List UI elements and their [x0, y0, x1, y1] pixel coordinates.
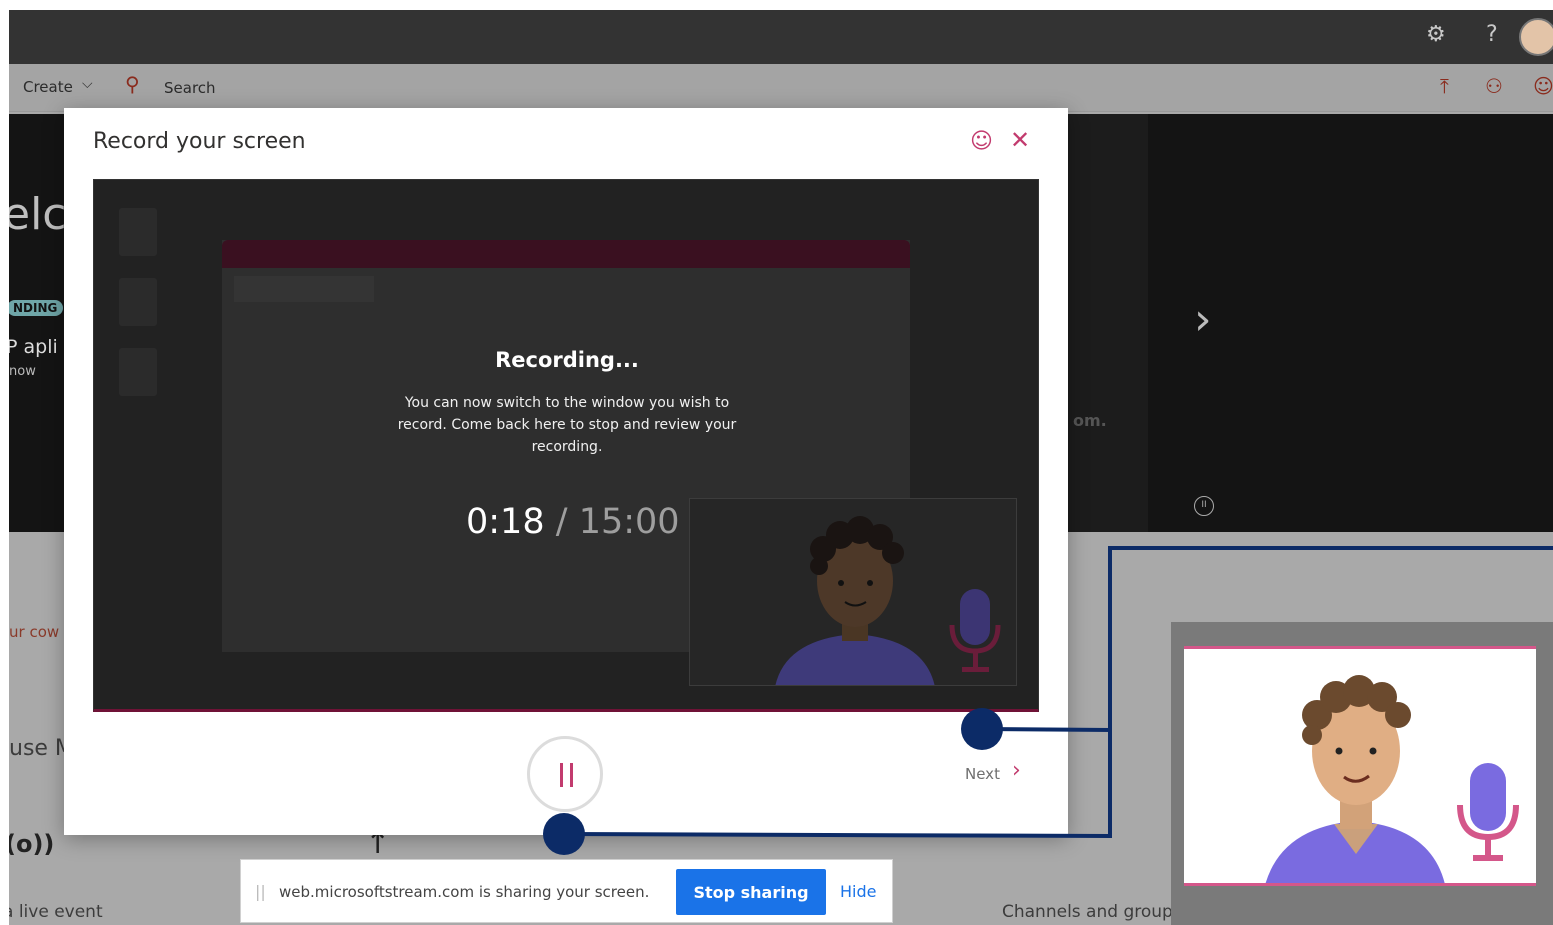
trending-badge: NDING: [9, 300, 64, 316]
hero-slide-text: om.: [1073, 411, 1107, 430]
person-avatar-illustration: [775, 516, 1001, 685]
search-icon[interactable]: ⚲: [125, 72, 140, 96]
recording-timer: 0:18 / 15:00: [466, 502, 680, 542]
live-event-label[interactable]: a live event: [9, 902, 103, 922]
hide-button[interactable]: Hide: [840, 882, 876, 901]
chevron-right-icon[interactable]: ›: [1194, 294, 1212, 345]
broadcast-icon: (o)): [9, 830, 55, 858]
help-icon[interactable]: ?: [1486, 22, 1498, 47]
recording-title: Recording...: [495, 348, 639, 372]
zoomed-camera-card: [1184, 646, 1536, 886]
drag-handle-icon[interactable]: ||: [255, 882, 266, 901]
next-button[interactable]: Next: [965, 765, 1000, 783]
microphone-icon: [949, 589, 1001, 672]
microphone-icon: [1457, 763, 1519, 861]
stop-sharing-button[interactable]: Stop sharing: [676, 869, 826, 915]
search-input[interactable]: Search: [164, 79, 216, 97]
timer-elapsed: 0:18: [466, 502, 545, 542]
avatar[interactable]: [1519, 18, 1553, 56]
upload-icon[interactable]: ⤒: [1440, 74, 1449, 98]
chevron-down-icon: ⌵: [82, 76, 93, 92]
command-bar: Create ⌵ ⚲ Search ⤒ ⚇ ☺: [9, 64, 1553, 112]
cowork-link[interactable]: ur cow: [9, 623, 59, 641]
dialog-title: Record your screen: [93, 129, 306, 154]
file-icon: [119, 208, 157, 256]
hero-slide-edge: [1068, 114, 1148, 532]
person-avatar-illustration: [1265, 675, 1519, 883]
window-title-bar: [222, 240, 910, 268]
smiley-icon[interactable]: ☺: [1533, 74, 1553, 98]
person-add-icon[interactable]: ⚇: [1485, 74, 1503, 98]
create-menu[interactable]: Create: [23, 78, 73, 96]
pause-icon: [570, 763, 573, 787]
close-icon[interactable]: ✕: [1010, 126, 1030, 154]
pause-recording-button[interactable]: [527, 736, 603, 812]
pause-icon: [560, 763, 563, 787]
screen-sharing-bar: || web.microsoftstream.com is sharing yo…: [240, 859, 893, 923]
gear-icon[interactable]: ⚙: [1426, 22, 1446, 47]
channels-groups-label[interactable]: Channels and groups: [1002, 902, 1182, 922]
recording-description: You can now switch to the window you wis…: [397, 395, 737, 455]
timer-separator: /: [555, 502, 568, 542]
sharing-message: web.microsoftstream.com is sharing your …: [279, 883, 650, 901]
record-screen-dialog: Record your screen ☺ ✕ Recording... You …: [64, 108, 1068, 835]
window-tab: [234, 276, 374, 302]
smiley-icon[interactable]: ☺: [970, 129, 993, 154]
pause-icon[interactable]: II: [1194, 496, 1214, 516]
recording-preview: Recording... You can now switch to the w…: [93, 179, 1039, 712]
hero-video-time: now: [9, 364, 36, 379]
timer-limit: 15:00: [578, 502, 680, 542]
hero-video-title[interactable]: P apli: [9, 336, 58, 358]
file-icon: [119, 278, 157, 326]
camera-preview: [689, 498, 1017, 686]
chevron-right-icon[interactable]: ›: [1012, 758, 1021, 783]
top-bar: ⚙ ?: [9, 10, 1553, 64]
zoomed-camera-callout: [1171, 622, 1553, 925]
